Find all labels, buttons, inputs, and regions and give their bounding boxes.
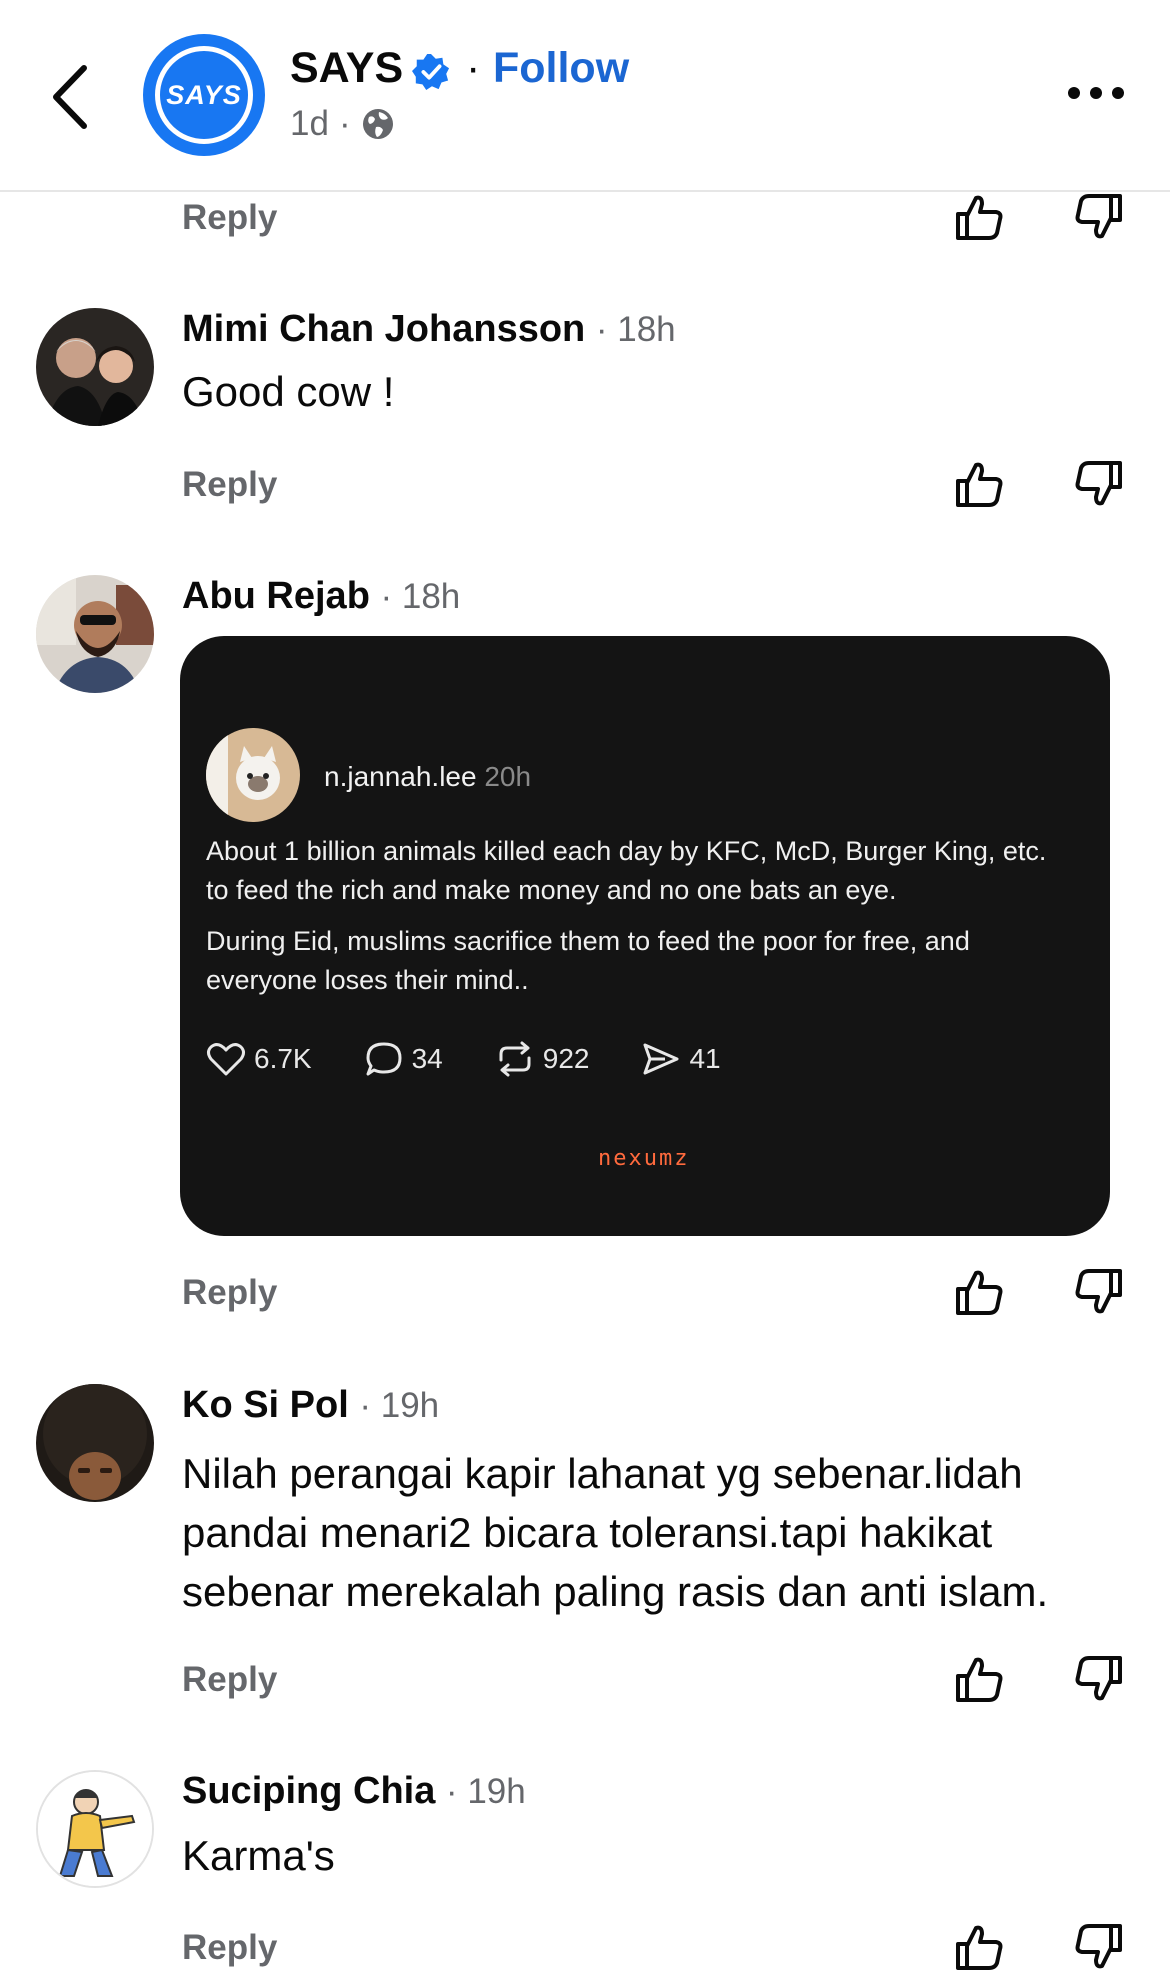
repost-icon — [499, 1041, 531, 1077]
dislike-icon[interactable] — [1072, 1265, 1126, 1319]
like-icon[interactable] — [952, 1652, 1006, 1706]
comment-author[interactable]: Mimi Chan Johansson · 18h — [182, 308, 676, 351]
comment-text-line: Nilah perangai kapir lahanat yg sebenar.… — [182, 1450, 1023, 1497]
like-icon[interactable] — [952, 457, 1006, 511]
quoted-username: n.jannah.lee 20h — [324, 761, 531, 793]
dislike-icon[interactable] — [1072, 1920, 1126, 1974]
post-header: SAYS SAYS · Follow 1d · — [0, 0, 1170, 192]
commenter-avatar[interactable] — [36, 308, 154, 426]
dislike-icon[interactable] — [1072, 1652, 1126, 1706]
comment-time: 18h — [401, 577, 461, 616]
commenter-avatar[interactable] — [36, 1770, 154, 1888]
heart-icon — [207, 1043, 245, 1076]
comment-text: Good cow ! — [182, 368, 395, 415]
comment-author-name[interactable]: Mimi Chan Johansson — [182, 308, 585, 350]
comment-image-attachment[interactable]: n.jannah.lee 20h About 1 billion animals… — [180, 636, 1110, 1236]
verified-badge-icon — [412, 53, 450, 91]
comment-author-name[interactable]: Suciping Chia — [182, 1770, 435, 1812]
reposts-count: 922 — [542, 1043, 590, 1074]
comment-author-name[interactable]: Ko Si Pol — [182, 1384, 349, 1426]
dislike-icon[interactable] — [1072, 190, 1126, 244]
comment-time: 19h — [380, 1386, 440, 1425]
commenter-avatar[interactable] — [36, 575, 154, 693]
reply-button[interactable]: Reply — [182, 1928, 277, 1968]
says-logo: SAYS — [166, 79, 242, 110]
time-separator: · — [338, 104, 351, 143]
commenter-avatar[interactable] — [36, 1384, 154, 1502]
like-icon[interactable] — [952, 1920, 1006, 1974]
comment-text: Nilah perangai kapir lahanat yg sebenar.… — [182, 1444, 1048, 1621]
comment-text: Karma's — [182, 1832, 335, 1879]
quoted-username-text: n.jannah.lee — [324, 761, 477, 792]
globe-icon — [362, 109, 393, 139]
reply-button[interactable]: Reply — [182, 465, 277, 505]
comment-text-line: sebenar merekalah paling rasis dan anti … — [182, 1568, 1049, 1615]
reply-button[interactable]: Reply — [182, 198, 277, 238]
comment-bubble-icon — [366, 1042, 402, 1076]
comment-author[interactable]: Abu Rejab · 18h — [182, 575, 460, 618]
comment-author[interactable]: Suciping Chia · 19h — [182, 1770, 526, 1813]
header-separator: · — [466, 44, 481, 92]
post-time-meta: 1d · — [290, 104, 395, 144]
comment-author-name[interactable]: Abu Rejab — [182, 575, 370, 617]
page-name[interactable]: SAYS — [290, 44, 403, 93]
quoted-time: 20h — [484, 761, 532, 792]
comment-time: 18h — [617, 310, 676, 349]
watermark: nexumz — [598, 1146, 690, 1171]
like-icon[interactable] — [952, 190, 1006, 244]
like-icon[interactable] — [952, 1265, 1006, 1319]
comments-count: 34 — [411, 1043, 443, 1074]
reposts-stat: 922 — [495, 1040, 590, 1078]
send-icon — [643, 1043, 679, 1075]
page-avatar[interactable]: SAYS — [143, 34, 265, 156]
likes-stat: 6.7K — [206, 1040, 312, 1078]
quoted-paragraph-1: About 1 billion animals killed each day … — [206, 836, 1047, 905]
more-options-icon[interactable] — [1066, 78, 1126, 108]
quoted-stats: 6.7K 34 922 41 — [206, 1040, 773, 1078]
reply-button[interactable]: Reply — [182, 1273, 277, 1313]
quoted-paragraph-2: During Eid, muslims sacrifice them to fe… — [206, 926, 970, 995]
comment-time: 19h — [467, 1772, 526, 1811]
dislike-icon[interactable] — [1072, 457, 1126, 511]
comments-stat: 34 — [364, 1040, 443, 1078]
likes-count: 6.7K — [254, 1043, 312, 1074]
comment-author[interactable]: Ko Si Pol · 19h — [182, 1384, 439, 1427]
shares-count: 41 — [689, 1043, 721, 1074]
reply-button[interactable]: Reply — [182, 1660, 277, 1700]
follow-button[interactable]: Follow — [493, 44, 629, 93]
quoted-user-avatar — [206, 728, 300, 822]
post-time: 1d — [290, 104, 329, 143]
shares-stat: 41 — [641, 1040, 721, 1078]
back-arrow-icon[interactable] — [48, 62, 98, 132]
comment-text-line: pandai menari2 bicara toleransi.tapi hak… — [182, 1509, 993, 1556]
